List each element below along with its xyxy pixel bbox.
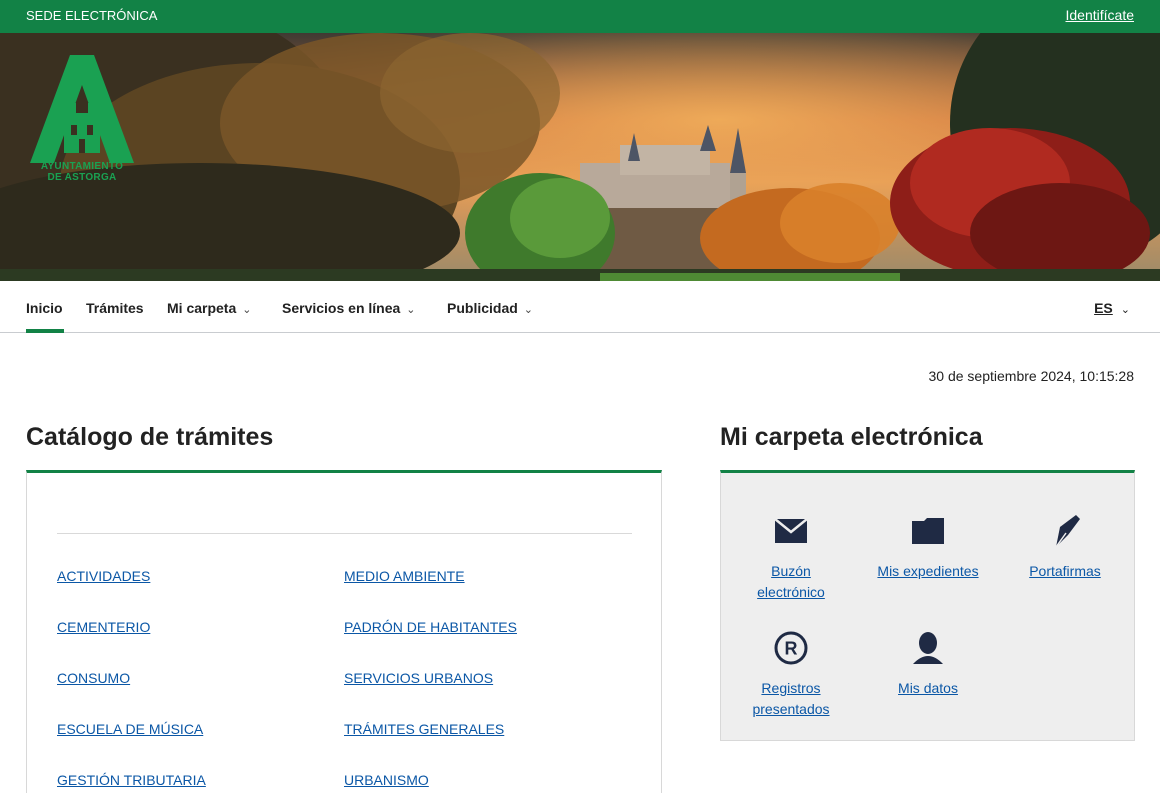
carpeta-panel: Buzón electrónico Mis expedientes Portafi…	[720, 470, 1135, 741]
logo-line-2: DE ASTORGA	[47, 172, 117, 183]
catalog-link[interactable]: CEMENTERIO	[57, 619, 150, 635]
catalog-title: Catálogo de trámites	[26, 423, 274, 451]
pen-nib-icon	[1055, 515, 1080, 547]
carpeta-item-label: Portafirmas	[1029, 563, 1101, 579]
carpeta-item-registros[interactable]: R Registros presentados	[721, 628, 861, 720]
nav-item-publicidad[interactable]: Publicidad ⌄	[447, 300, 533, 316]
catalog-link[interactable]: MEDIO AMBIENTE	[344, 568, 465, 584]
carpeta-item-label: Mis expedientes	[877, 563, 979, 579]
carpeta-item-label: Buzón electrónico	[757, 563, 825, 600]
chevron-down-icon: ⌄	[242, 304, 252, 316]
login-link[interactable]: Identifícate	[1066, 7, 1135, 23]
carpeta-item-label: Registros presentados	[752, 680, 830, 717]
catalog-panel: ACTIVIDADES CEMENTERIO CONSUMO ESCUELA D…	[26, 470, 662, 793]
catalog-link[interactable]: TRÁMITES GENERALES	[344, 721, 504, 737]
current-datetime: 30 de septiembre 2024, 10:15:28	[928, 368, 1135, 384]
chevron-down-icon: ⌄	[1120, 304, 1130, 316]
nav-label: Inicio	[26, 300, 63, 316]
nav-label: Mi carpeta	[167, 300, 237, 316]
catalog-link[interactable]: CONSUMO	[57, 670, 130, 686]
user-icon	[913, 632, 943, 664]
registered-icon: R	[774, 631, 808, 665]
nav-item-inicio[interactable]: Inicio	[26, 300, 63, 316]
chevron-down-icon: ⌄	[523, 304, 534, 316]
envelope-icon	[775, 519, 807, 543]
nav-item-tramites[interactable]: Trámites	[86, 300, 144, 316]
language-code: ES	[1094, 300, 1113, 316]
catalog-link[interactable]: ESCUELA DE MÚSICA	[57, 721, 203, 737]
hero-landscape-image	[0, 33, 1160, 281]
top-bar: SEDE ELECTRÓNICA Identifícate	[0, 0, 1160, 33]
carpeta-item-expedientes[interactable]: Mis expedientes	[858, 511, 998, 582]
language-selector[interactable]: ES ⌄	[1094, 300, 1130, 316]
chevron-down-icon: ⌄	[406, 304, 416, 316]
catalog-link[interactable]: GESTIÓN TRIBUTARIA	[57, 772, 206, 788]
folder-icon	[912, 518, 944, 544]
catalog-link[interactable]: SERVICIOS URBANOS	[344, 670, 493, 686]
carpeta-item-mis-datos[interactable]: Mis datos	[858, 628, 998, 699]
divider	[57, 533, 632, 534]
catalog-link[interactable]: ACTIVIDADES	[57, 568, 150, 584]
logo-text: AYUNTAMIENTO DE ASTORGA	[32, 161, 132, 183]
carpeta-title: Mi carpeta electrónica	[720, 423, 983, 451]
nav-label: Publicidad	[447, 300, 518, 316]
site-title: SEDE ELECTRÓNICA	[26, 8, 158, 23]
nav-item-mi-carpeta[interactable]: Mi carpeta ⌄	[167, 300, 251, 316]
svg-text:R: R	[785, 639, 798, 659]
nav-label: Trámites	[86, 300, 144, 316]
nav-active-indicator	[26, 329, 64, 333]
catalog-link[interactable]: PADRÓN DE HABITANTES	[344, 619, 517, 635]
carpeta-item-label: Mis datos	[898, 680, 958, 696]
carpeta-item-portafirmas[interactable]: Portafirmas	[995, 511, 1135, 582]
nav-item-servicios[interactable]: Servicios en línea ⌄	[282, 300, 416, 316]
hero-banner: AYUNTAMIENTO DE ASTORGA	[0, 33, 1160, 281]
main-nav: Inicio Trámites Mi carpeta ⌄ Servicios en…	[0, 281, 1160, 333]
catalog-link[interactable]: URBANISMO	[344, 772, 429, 788]
carpeta-item-buzon[interactable]: Buzón electrónico	[721, 511, 861, 603]
logo-line-1: AYUNTAMIENTO	[40, 161, 124, 172]
nav-label: Servicios en línea	[282, 300, 401, 316]
